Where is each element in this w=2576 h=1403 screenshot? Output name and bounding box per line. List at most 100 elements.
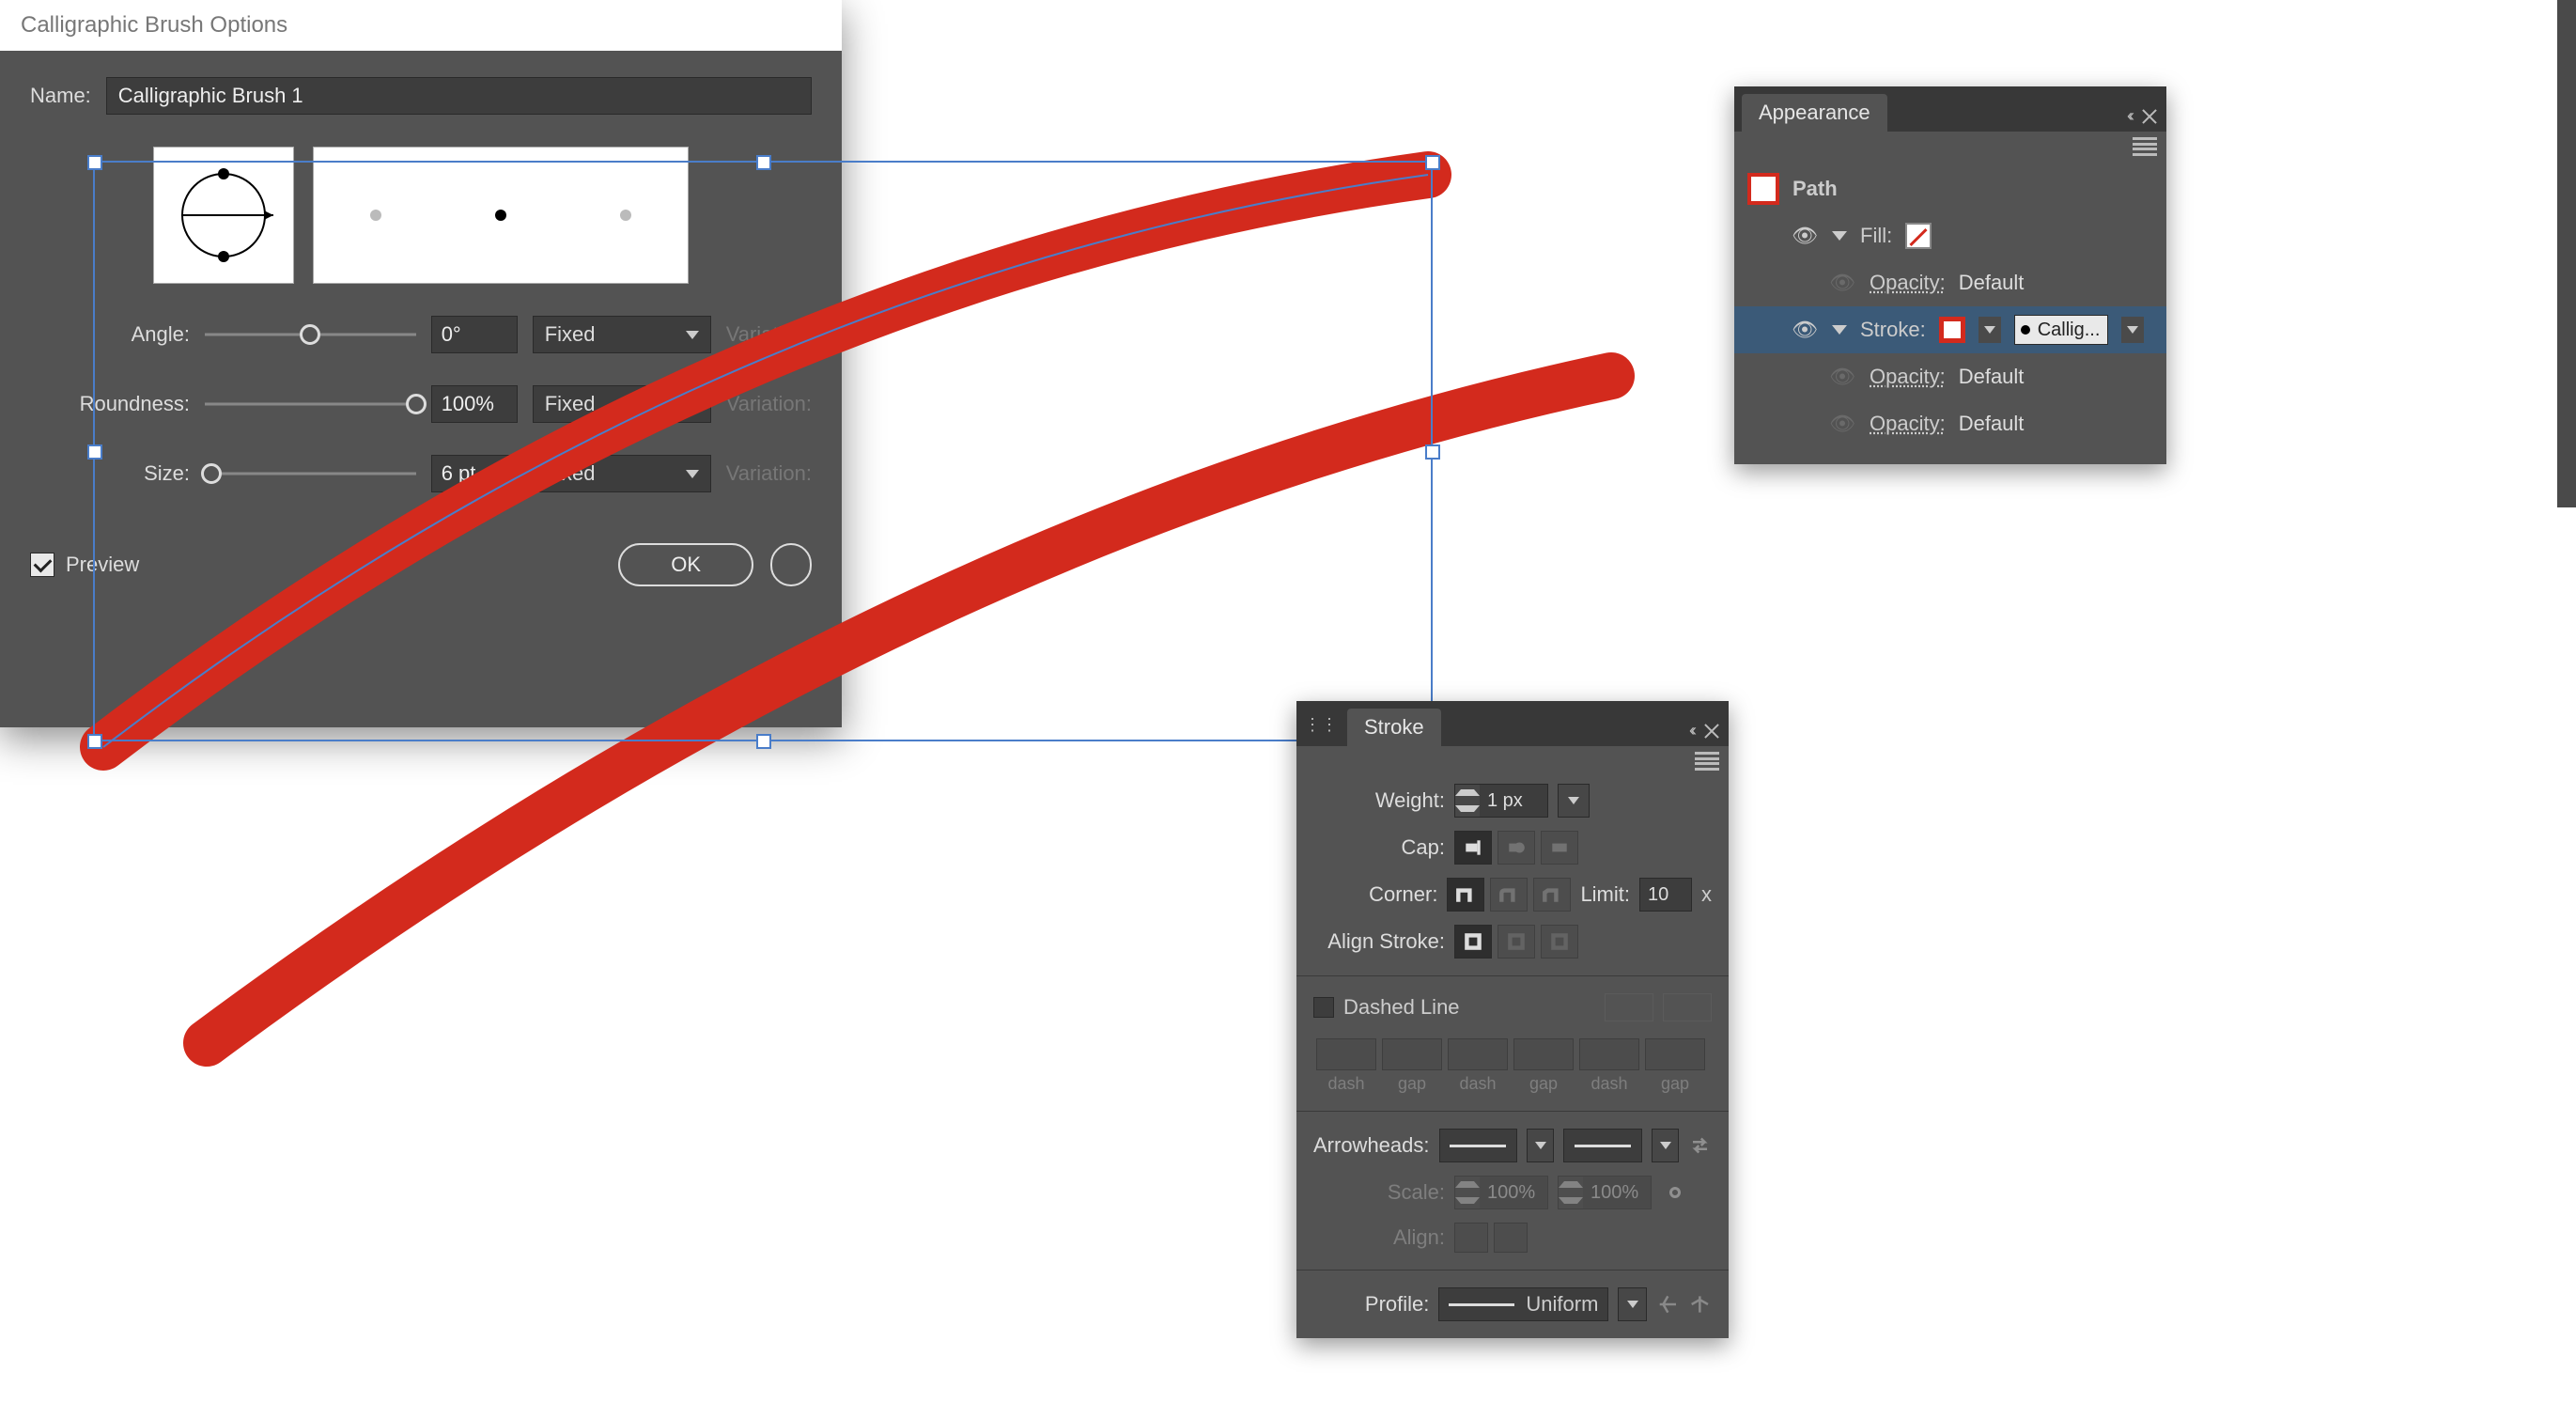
profile-dd-button[interactable] [1618, 1287, 1646, 1321]
cap-round-button[interactable] [1497, 831, 1535, 865]
appearance-stroke-opacity-row[interactable]: 👁 Opacity: Default [1734, 353, 2166, 400]
swap-arrowheads-icon[interactable] [1688, 1131, 1712, 1160]
gap-input[interactable] [1382, 1038, 1442, 1070]
scale-label: Scale: [1313, 1180, 1445, 1205]
arrowhead-align-field: Align: [1313, 1223, 1712, 1253]
expand-icon[interactable] [1832, 231, 1847, 241]
visibility-icon[interactable]: 👁 [1791, 224, 1819, 248]
appearance-tab[interactable]: Appearance [1742, 94, 1887, 132]
profile-dropdown[interactable]: Uniform [1438, 1287, 1608, 1321]
arrowhead-scale-field: Scale: [1313, 1176, 1712, 1209]
corner-miter-button[interactable] [1447, 878, 1484, 912]
appearance-fill-row[interactable]: 👁 Fill: [1734, 212, 2166, 259]
opacity-label[interactable]: Opacity: [1870, 365, 1946, 389]
brush-chip-label: Callig... [2038, 320, 2101, 341]
dash-input[interactable] [1448, 1038, 1508, 1070]
panel-menu-icon[interactable] [1695, 752, 1719, 771]
docked-panel-strip[interactable] [2557, 0, 2576, 507]
link-scale-icon[interactable] [1661, 1178, 1689, 1207]
appearance-fill-opacity-row[interactable]: 👁 Opacity: Default [1734, 259, 2166, 306]
weight-spinner[interactable] [1454, 784, 1548, 818]
dashed-line-row: Dashed Line [1313, 993, 1712, 1021]
stroke-tab[interactable]: Stroke [1347, 709, 1441, 746]
cap-projecting-button[interactable] [1541, 831, 1578, 865]
cap-butt-button[interactable] [1454, 831, 1492, 865]
panel-menu-icon[interactable] [2133, 137, 2157, 156]
flip-across-icon[interactable] [1656, 1291, 1680, 1317]
stroke-cap-field: Cap: [1313, 831, 1712, 865]
scale-start-spinner[interactable] [1454, 1176, 1548, 1209]
dash-align-preserve-button[interactable] [1605, 993, 1653, 1021]
stroke-brush-dropdown[interactable] [2121, 317, 2144, 343]
align-stroke-label: Align Stroke: [1313, 929, 1445, 954]
arrowhead-end-dd-button[interactable] [1652, 1129, 1679, 1162]
limit-input[interactable] [1639, 878, 1692, 912]
appearance-object-row[interactable]: Path [1734, 165, 2166, 212]
close-icon[interactable] [2140, 107, 2159, 126]
scale-end-input[interactable] [1583, 1182, 1651, 1204]
stroke-color-swatch[interactable] [1939, 317, 1965, 343]
dash-input[interactable] [1579, 1038, 1639, 1070]
opacity-label[interactable]: Opacity: [1870, 271, 1946, 295]
visibility-icon[interactable]: 👁 [1791, 318, 1819, 342]
collapse-icon[interactable]: ‹‹ [2127, 106, 2131, 126]
corner-bevel-button[interactable] [1533, 878, 1571, 912]
profile-label: Profile: [1313, 1292, 1429, 1317]
stroke-color-dropdown[interactable] [1979, 317, 2001, 343]
align-center-button[interactable] [1454, 925, 1492, 959]
bounding-box[interactable] [94, 162, 1432, 740]
dash-gap-inputs: dash gap dash gap dash gap [1313, 1038, 1712, 1094]
close-icon[interactable] [1702, 722, 1721, 740]
size-slider[interactable] [205, 470, 416, 477]
stroke-brush-chip[interactable]: Callig... [2014, 315, 2109, 345]
align-inside-button[interactable] [1497, 925, 1535, 959]
corner-label: Corner: [1313, 882, 1437, 907]
arrowhead-start-dropdown[interactable] [1439, 1129, 1518, 1162]
flip-along-icon[interactable] [1688, 1291, 1712, 1317]
arrow-align-tip-button[interactable] [1494, 1223, 1528, 1253]
arrow-align-extend-button[interactable] [1454, 1223, 1488, 1253]
scale-end-spinner[interactable] [1558, 1176, 1652, 1209]
profile-value: Uniform [1526, 1292, 1598, 1317]
arrowhead-start-dd-button[interactable] [1527, 1129, 1554, 1162]
appearance-stroke-row[interactable]: 👁 Stroke: Callig... [1734, 306, 2166, 353]
opacity-label[interactable]: Opacity: [1870, 412, 1946, 436]
weight-dropdown[interactable] [1558, 784, 1590, 818]
stroke-weight-field: Weight: [1313, 784, 1712, 818]
roundness-slider[interactable] [205, 400, 416, 408]
stroke-panel-header[interactable]: ⋮⋮ Stroke ‹‹ [1296, 701, 1729, 746]
cap-label: Cap: [1313, 835, 1445, 860]
corner-round-button[interactable] [1490, 878, 1528, 912]
profile-preview-icon [1449, 1303, 1514, 1306]
expand-icon[interactable] [1832, 325, 1847, 335]
weight-label: Weight: [1313, 788, 1445, 813]
fill-swatch-none[interactable] [1905, 223, 1932, 249]
selection-handles[interactable] [88, 156, 1439, 748]
dashed-line-label: Dashed Line [1343, 995, 1460, 1020]
dash-input[interactable] [1316, 1038, 1376, 1070]
dashed-line-checkbox[interactable] [1313, 997, 1334, 1018]
profile-field: Profile: Uniform [1313, 1287, 1712, 1321]
arrow-align-label: Align: [1313, 1225, 1445, 1250]
appearance-panel-header[interactable]: Appearance ‹‹ [1734, 86, 2166, 132]
stroke-panel: ⋮⋮ Stroke ‹‹ Weight: Cap: [1296, 701, 1729, 1338]
fill-label: Fill: [1860, 224, 1892, 248]
arrowhead-end-dropdown[interactable] [1563, 1129, 1642, 1162]
align-stroke-field: Align Stroke: [1313, 925, 1712, 959]
grip-icon[interactable]: ⋮⋮ [1304, 715, 1338, 740]
limit-label: Limit: [1580, 882, 1630, 907]
appearance-panel: Appearance ‹‹ Path 👁 Fill: 👁 Opacity: De… [1734, 86, 2166, 464]
visibility-icon[interactable]: 👁 [1828, 412, 1856, 436]
gap-input[interactable] [1645, 1038, 1705, 1070]
weight-input[interactable] [1480, 790, 1547, 812]
collapse-icon[interactable]: ‹‹ [1689, 721, 1693, 740]
gap-input[interactable] [1513, 1038, 1574, 1070]
visibility-icon[interactable]: 👁 [1828, 365, 1856, 389]
dash-align-corners-button[interactable] [1663, 993, 1712, 1021]
align-outside-button[interactable] [1541, 925, 1578, 959]
canvas[interactable] [0, 0, 2576, 1403]
visibility-icon[interactable]: 👁 [1828, 271, 1856, 295]
appearance-master-opacity-row[interactable]: 👁 Opacity: Default [1734, 400, 2166, 447]
angle-slider[interactable] [205, 331, 416, 338]
scale-start-input[interactable] [1480, 1182, 1547, 1204]
